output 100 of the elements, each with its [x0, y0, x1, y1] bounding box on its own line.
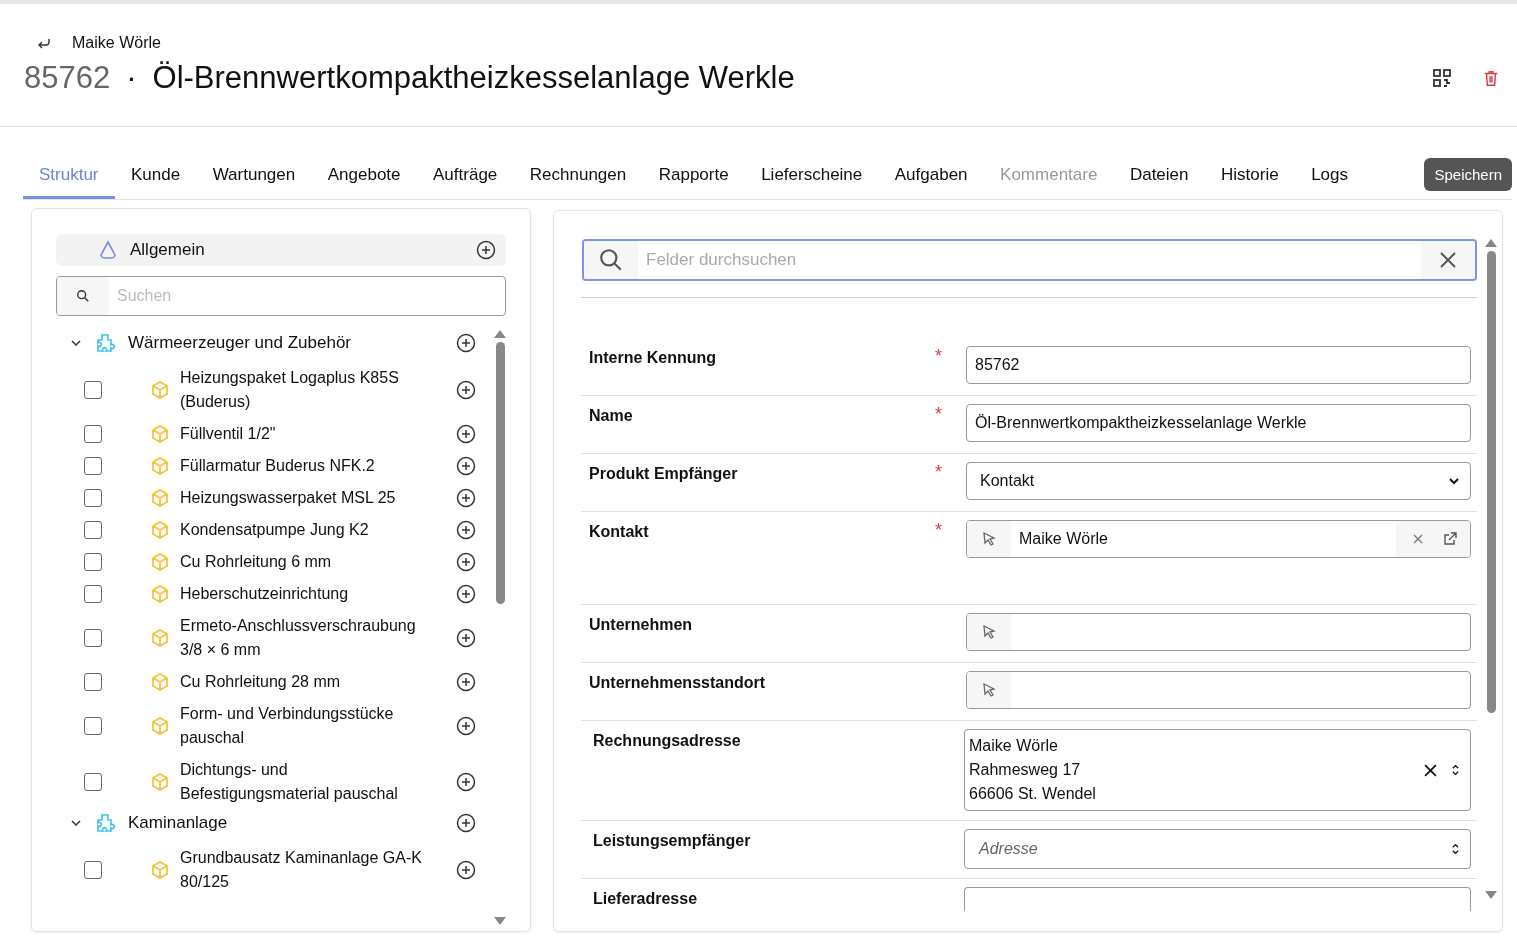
item-label[interactable]: Heberschutzeinrichtung	[180, 582, 430, 606]
checkbox[interactable]	[84, 629, 102, 647]
add-icon[interactable]	[476, 240, 496, 260]
add-icon[interactable]	[456, 772, 476, 792]
add-icon[interactable]	[456, 584, 476, 604]
add-icon[interactable]	[456, 860, 476, 880]
root-item[interactable]: Allgemein	[56, 234, 506, 266]
tab[interactable]: Aufgaben	[878, 153, 984, 199]
add-icon[interactable]	[456, 716, 476, 736]
add-icon[interactable]	[456, 380, 476, 400]
checkbox[interactable]	[84, 381, 102, 399]
field-label: Rechnungsadresse	[592, 731, 742, 750]
checkbox[interactable]	[84, 553, 102, 571]
add-icon[interactable]	[456, 813, 476, 833]
lookup-field[interactable]	[966, 613, 1471, 651]
trash-icon[interactable]	[1482, 68, 1500, 88]
required-mark: *	[935, 404, 942, 424]
item-label[interactable]: Füllventil 1/2"	[180, 422, 430, 446]
close-icon[interactable]	[1438, 250, 1458, 270]
select-field[interactable]: Kontakt	[966, 462, 1471, 500]
title-separator: ·	[126, 60, 137, 96]
save-button[interactable]: Speichern	[1424, 157, 1512, 191]
add-icon[interactable]	[456, 628, 476, 648]
item-label[interactable]: Cu Rohrleitung 28 mm	[180, 670, 430, 694]
drop-icon	[98, 240, 118, 260]
item-label[interactable]: Dichtungs- und Befestigungsmaterial pauschal	[180, 758, 430, 806]
checkbox[interactable]	[84, 489, 102, 507]
text-field[interactable]: Öl-Brennwertkompaktheizkesselanlage Werkle	[966, 404, 1471, 442]
add-icon[interactable]	[456, 333, 476, 353]
cube-icon	[150, 716, 170, 736]
add-icon[interactable]	[456, 552, 476, 572]
checkbox[interactable]	[84, 425, 102, 443]
checkbox[interactable]	[84, 585, 102, 603]
qr-code-icon[interactable]	[1432, 68, 1452, 88]
group-label[interactable]: Kaminanlage	[128, 813, 228, 833]
lookup-field[interactable]	[966, 671, 1471, 709]
cube-icon	[150, 520, 170, 540]
puzzle-icon	[94, 332, 116, 354]
address-line: 66606 St. Wendel	[969, 784, 1096, 804]
lookup-field[interactable]: Maike Wörle	[966, 520, 1471, 558]
item-label[interactable]: Füllarmatur Buderus NFK.2	[180, 454, 430, 478]
tab[interactable]: Angebote	[311, 153, 417, 199]
record-title: Öl-Brennwertkompaktheizkesselanlage Werkle	[152, 60, 795, 96]
tab[interactable]: Rapporte	[642, 153, 745, 199]
chevron-icon[interactable]	[70, 337, 82, 349]
field-label: Kontakt	[589, 522, 650, 541]
checkbox[interactable]	[84, 773, 102, 791]
add-icon[interactable]	[456, 424, 476, 444]
required-mark: *	[935, 346, 942, 366]
search-field[interactable]: Suchen	[56, 276, 506, 316]
tab[interactable]: Kunde	[115, 153, 197, 199]
tab[interactable]: Logs	[1295, 153, 1364, 199]
field-label: Unternehmensstandort	[589, 673, 767, 692]
group-label[interactable]: Wärmeerzeuger und Zubehör	[128, 333, 351, 353]
checkbox[interactable]	[84, 521, 102, 539]
address-line: Maike Wörle	[969, 736, 1059, 756]
field-label: Leistungsempfänger	[592, 831, 752, 850]
tab[interactable]: Aufträge	[417, 153, 514, 199]
checkbox[interactable]	[84, 457, 102, 475]
cube-icon	[150, 456, 170, 476]
field-label: Name	[589, 406, 634, 425]
search-icon	[76, 289, 90, 303]
item-label[interactable]: Form- und Verbindungsstücke pauschal	[180, 702, 430, 750]
field-label: Produkt Empfänger	[589, 464, 739, 483]
cube-icon	[150, 380, 170, 400]
item-label[interactable]: Kondensatpumpe Jung K2	[180, 518, 430, 542]
add-icon[interactable]	[456, 456, 476, 476]
checkbox[interactable]	[84, 717, 102, 735]
clear-icon[interactable]	[1424, 763, 1437, 777]
tab[interactable]: Wartungen	[196, 153, 312, 199]
checkbox[interactable]	[84, 673, 102, 691]
add-icon[interactable]	[456, 488, 476, 508]
item-label[interactable]: Heizungswasserpaket MSL 25	[180, 486, 430, 510]
cursor-icon	[981, 682, 997, 698]
add-icon[interactable]	[456, 672, 476, 692]
cube-icon	[150, 860, 170, 880]
item-label[interactable]: Heizungspaket Logaplus K85S (Buderus)	[180, 366, 430, 414]
field-label: Lieferadresse	[592, 889, 699, 908]
add-icon[interactable]	[456, 520, 476, 540]
cube-icon	[150, 424, 170, 444]
item-label[interactable]: Grundbausatz Kaminanlage GA-K 80/125	[180, 846, 430, 894]
external-link-icon[interactable]	[1442, 531, 1458, 547]
cube-icon	[150, 488, 170, 508]
tab[interactable]: Lieferscheine	[745, 153, 879, 199]
tab[interactable]: Rechnungen	[513, 153, 643, 199]
text-field[interactable]: 85762	[966, 346, 1471, 384]
item-label[interactable]: Ermeto-Anschlussverschraubung 3/8 × 6 mm	[180, 614, 430, 662]
address-field[interactable]: Maike Wörle Rahmesweg 17 66606 St. Wendel	[964, 729, 1471, 811]
breadcrumb-link[interactable]: Maike Wörle	[72, 34, 161, 52]
chevron-icon[interactable]	[70, 817, 82, 829]
tab[interactable]: Dateien	[1113, 153, 1205, 199]
checkbox[interactable]	[84, 861, 102, 879]
address-field[interactable]	[964, 887, 1471, 911]
address-select[interactable]: Adresse	[964, 829, 1471, 869]
cursor-icon	[981, 531, 997, 547]
tab[interactable]: Struktur	[23, 153, 115, 199]
sort-icon	[1451, 763, 1460, 777]
item-label[interactable]: Cu Rohrleitung 6 mm	[180, 550, 430, 574]
search-field[interactable]: Felder durchsuchen	[582, 239, 1477, 281]
tab[interactable]: Historie	[1205, 153, 1295, 199]
